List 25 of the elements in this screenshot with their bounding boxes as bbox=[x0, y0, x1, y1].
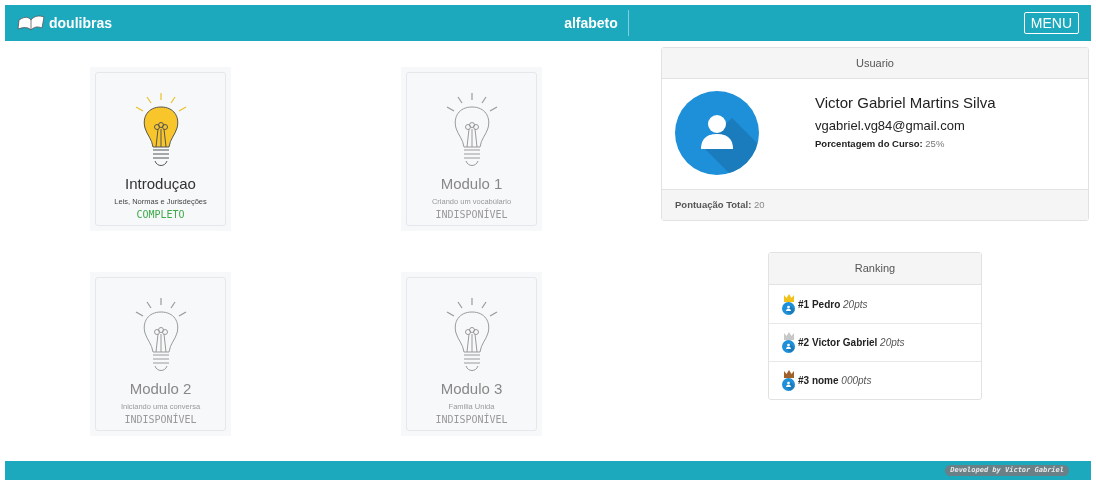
module-title: Introduçao bbox=[125, 174, 196, 194]
user-avatar-icon bbox=[782, 340, 795, 353]
card-header: Usuario bbox=[856, 55, 894, 71]
user-email: vgabriel.vg84@gmail.com bbox=[815, 117, 966, 135]
ranking-entry: #1 Pedro 20pts bbox=[798, 297, 868, 312]
module-status: INDISPONÍVEL bbox=[124, 413, 197, 427]
user-avatar-icon bbox=[782, 301, 795, 315]
menu-button[interactable]: MENU bbox=[1023, 12, 1079, 34]
user-avatar-icon bbox=[675, 91, 759, 175]
module-status: INDISPONÍVEL bbox=[435, 413, 508, 427]
ranking-entry: #3 nome 000pts bbox=[798, 374, 872, 388]
user-name: Victor Gabriel Martins Silva bbox=[815, 93, 996, 113]
user-avatar-icon bbox=[782, 378, 795, 391]
course-percentage-text: Porcentagem do Curso: 25% bbox=[815, 137, 946, 151]
module-status: COMPLETO bbox=[136, 208, 185, 222]
module-status: INDISPONÍVEL bbox=[435, 208, 508, 222]
module-title: Modulo 3 bbox=[440, 379, 503, 399]
module-title: Modulo 1 bbox=[440, 174, 503, 194]
module-title: Modulo 2 bbox=[129, 379, 192, 399]
brand-name[interactable]: doulibras bbox=[49, 12, 559, 34]
total-score: Pontuação Total: 20 bbox=[675, 197, 765, 212]
page-title: alfabeto bbox=[563, 13, 619, 33]
ranking-entry: #2 Victor Gabriel 20pts bbox=[798, 336, 905, 350]
open-book-icon[interactable] bbox=[17, 14, 45, 32]
card-header: Ranking bbox=[854, 261, 896, 277]
